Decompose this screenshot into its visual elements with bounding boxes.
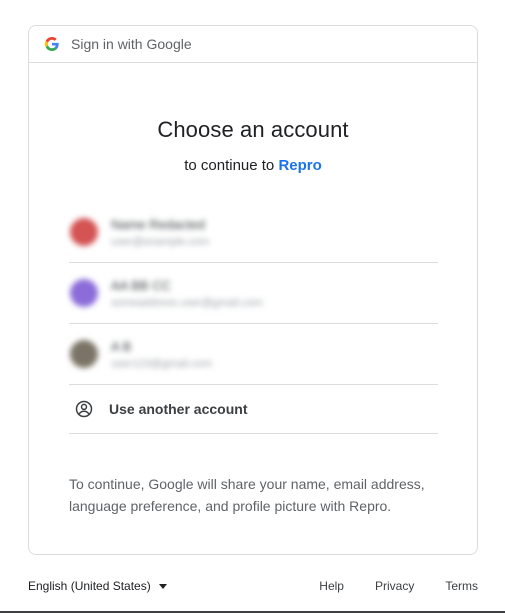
header-title: Sign in with Google xyxy=(71,36,192,52)
account-email: user123@gmail.com xyxy=(111,357,213,370)
help-link[interactable]: Help xyxy=(319,579,344,593)
avatar xyxy=(70,218,98,246)
page-subtitle: to continue to Repro xyxy=(29,157,477,174)
footer: English (United States) Help Privacy Ter… xyxy=(28,576,478,596)
account-name: A B xyxy=(111,338,132,354)
use-another-account-button[interactable]: Use another account xyxy=(69,385,438,434)
account-name: AA BB CC xyxy=(111,277,171,293)
account-text: AA BB CC someaddress.user@gmail.com xyxy=(111,278,263,309)
language-label: English (United States) xyxy=(28,579,151,593)
footer-links: Help Privacy Terms xyxy=(288,579,478,593)
account-text: Name Redacted user@example.com xyxy=(111,217,209,248)
account-email: user@example.com xyxy=(111,235,209,248)
page-title: Choose an account xyxy=(157,117,349,142)
google-g-icon xyxy=(45,37,59,51)
account-item[interactable]: Name Redacted user@example.com xyxy=(69,202,438,263)
caret-down-icon xyxy=(158,583,167,589)
account-circle-icon xyxy=(75,400,93,418)
privacy-link[interactable]: Privacy xyxy=(375,579,414,593)
avatar xyxy=(70,340,98,368)
language-selector[interactable]: English (United States) xyxy=(28,579,167,593)
account-text: A B user123@gmail.com xyxy=(111,339,212,370)
consent-text: To continue, Google will share your name… xyxy=(69,476,425,514)
account-list: Name Redacted user@example.com AA BB CC … xyxy=(69,202,438,434)
account-item[interactable]: AA BB CC someaddress.user@gmail.com xyxy=(69,263,438,324)
avatar xyxy=(70,279,98,307)
subtitle-prefix: to continue to xyxy=(184,157,275,174)
card-header: Sign in with Google xyxy=(29,26,477,63)
terms-link[interactable]: Terms xyxy=(445,579,478,593)
account-item[interactable]: A B user123@gmail.com xyxy=(69,324,438,385)
use-another-account-label: Use another account xyxy=(109,401,248,417)
account-name: Name Redacted xyxy=(111,216,205,232)
sign-in-card: Sign in with Google Choose an account to… xyxy=(28,25,478,555)
account-email: someaddress.user@gmail.com xyxy=(111,296,263,309)
app-name-link[interactable]: Repro xyxy=(278,157,321,174)
